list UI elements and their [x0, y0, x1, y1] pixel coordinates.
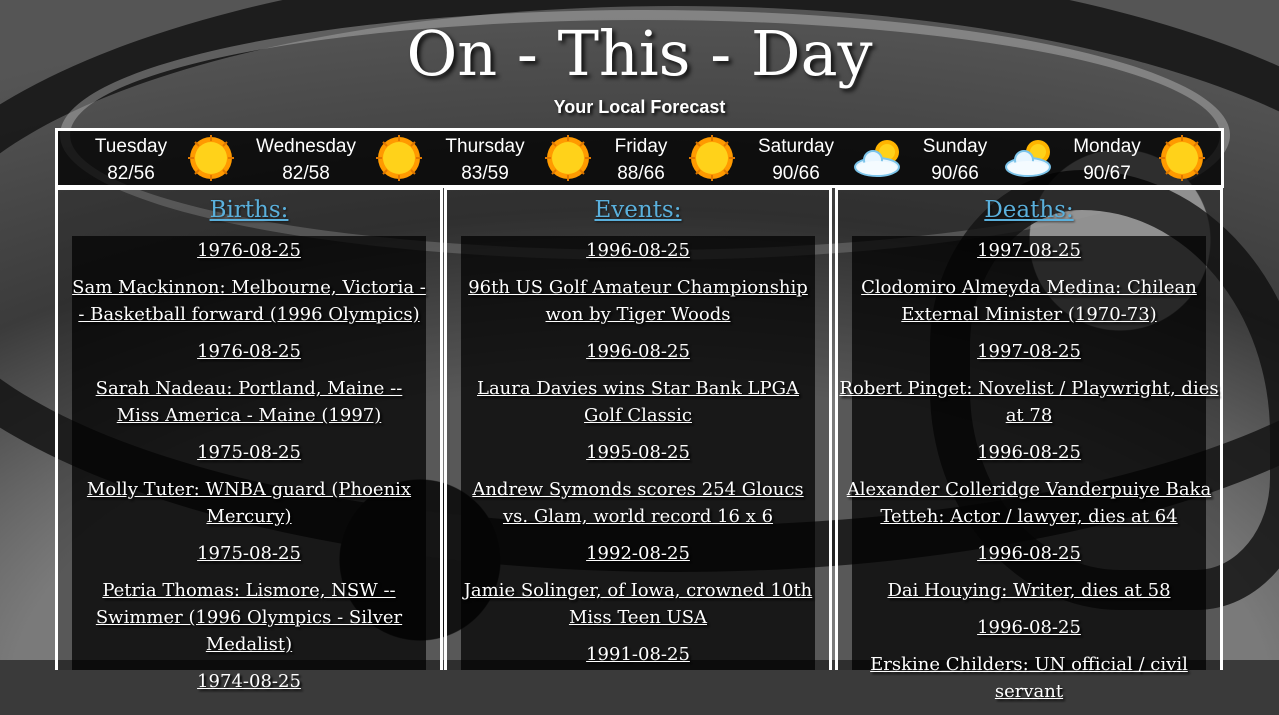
births-list: 1976-08-25 Sam Mackinnon: Melbourne, Vic… [72, 236, 426, 705]
sun-icon [188, 135, 234, 181]
death-entry-link[interactable]: Clodomiro Almeyda Medina: Chilean Extern… [861, 277, 1197, 325]
events-panel: 1996-08-25 96th US Golf Amateur Champion… [461, 236, 815, 670]
forecast-temps: 88/66 [617, 163, 665, 184]
deaths-column: Deaths: 1997-08-25 Clodomiro Almeyda Med… [835, 187, 1223, 702]
events-heading-link[interactable]: Events: [447, 197, 829, 223]
sun-icon [376, 135, 422, 181]
births-column: Births: 1976-08-25 Sam Mackinnon: Melbou… [55, 187, 443, 692]
event-date-link[interactable]: 1996-08-25 [586, 341, 690, 362]
forecast-day-name: Thursday [445, 136, 525, 157]
forecast-day: Monday 90/67 [1042, 133, 1172, 187]
death-date-link[interactable]: 1997-08-25 [977, 341, 1081, 362]
sun-icon [1159, 135, 1205, 181]
event-entry-link[interactable]: Laura Davies wins Star Bank LPGA Golf Cl… [477, 378, 799, 426]
birth-entry-link[interactable]: Sarah Nadeau: Portland, Maine -- Miss Am… [96, 378, 403, 426]
sun-icon [689, 135, 735, 181]
event-date-link[interactable]: 1992-08-25 [586, 543, 690, 564]
births-panel: 1976-08-25 Sam Mackinnon: Melbourne, Vic… [72, 236, 426, 692]
forecast-temps: 90/66 [772, 163, 820, 184]
page-subtitle: Your Local Forecast [553, 97, 726, 117]
birth-entry-link[interactable]: Petria Thomas: Lismore, NSW -- Swimmer (… [96, 580, 402, 655]
forecast-day-name: Friday [614, 136, 668, 157]
births-heading-link[interactable]: Births: [58, 197, 440, 223]
forecast-temps: 82/56 [107, 163, 155, 184]
forecast-day-name: Sunday [922, 136, 988, 157]
death-date-link[interactable]: 1996-08-25 [977, 617, 1081, 638]
death-date-link[interactable]: 1996-08-25 [977, 442, 1081, 463]
forecast-day: Sunday 90/66 [890, 133, 1020, 187]
event-date-link[interactable]: 1996-08-25 [586, 240, 690, 261]
events-column: Events: 1996-08-25 96th US Golf Amateur … [444, 187, 832, 670]
birth-date-link[interactable]: 1975-08-25 [197, 442, 301, 463]
birth-date-link[interactable]: 1975-08-25 [197, 543, 301, 564]
forecast-day: Thursday 83/59 [420, 133, 550, 187]
deaths-list: 1997-08-25 Clodomiro Almeyda Medina: Chi… [836, 236, 1222, 715]
forecast-temps: 82/58 [282, 163, 330, 184]
event-entry-link[interactable]: Andrew Symonds scores 254 Gloucs vs. Gla… [472, 479, 803, 527]
forecast-bar: Tuesday 82/56 Wednesday 82/58 Thursday 8… [55, 128, 1224, 188]
event-entry-link[interactable]: 96th US Golf Amateur Championship won by… [468, 277, 808, 325]
event-date-link[interactable]: 1991-08-25 [586, 644, 690, 665]
event-entry-link[interactable]: Jamie Solinger, of Iowa, crowned 10th Mi… [464, 580, 813, 628]
events-list: 1996-08-25 96th US Golf Amateur Champion… [461, 236, 815, 678]
forecast-day: Friday 88/66 [576, 133, 706, 187]
death-entry-link[interactable]: Erskine Childers: UN official / civil se… [870, 654, 1188, 702]
forecast-day-name: Monday [1073, 136, 1141, 157]
death-date-link[interactable]: 1996-08-25 [977, 543, 1081, 564]
deaths-panel: 1997-08-25 Clodomiro Almeyda Medina: Chi… [836, 236, 1222, 702]
page-title: On - This - Day [406, 17, 873, 90]
forecast-day: Wednesday 82/58 [241, 133, 371, 187]
birth-entry-link[interactable]: Molly Tuter: WNBA guard (Phoenix Mercury… [87, 479, 411, 527]
forecast-temps: 90/66 [931, 163, 979, 184]
forecast-day-name: Wednesday [256, 136, 356, 157]
forecast-day-name: Tuesday [94, 136, 168, 157]
death-date-link[interactable]: 1997-08-25 [977, 240, 1081, 261]
forecast-temps: 83/59 [461, 163, 509, 184]
deaths-heading-link[interactable]: Deaths: [838, 197, 1220, 223]
forecast-day: Saturday 90/66 [731, 133, 861, 187]
death-entry-link[interactable]: Dai Houying: Writer, dies at 58 [887, 580, 1170, 601]
death-entry-link[interactable]: Alexander Colleridge Vanderpuiye Baka Te… [847, 479, 1211, 527]
event-date-link[interactable]: 1995-08-25 [586, 442, 690, 463]
birth-date-link[interactable]: 1976-08-25 [197, 240, 301, 261]
birth-date-link[interactable]: 1976-08-25 [197, 341, 301, 362]
death-entry-link[interactable]: Robert Pinget: Novelist / Playwright, di… [839, 378, 1218, 426]
forecast-day-name: Saturday [757, 136, 835, 157]
forecast-day: Tuesday 82/56 [66, 133, 196, 187]
birth-entry-link[interactable]: Sam Mackinnon: Melbourne, Victoria -- Ba… [72, 277, 426, 325]
forecast-temps: 90/67 [1083, 163, 1131, 184]
birth-date-link[interactable]: 1974-08-25 [197, 671, 301, 692]
